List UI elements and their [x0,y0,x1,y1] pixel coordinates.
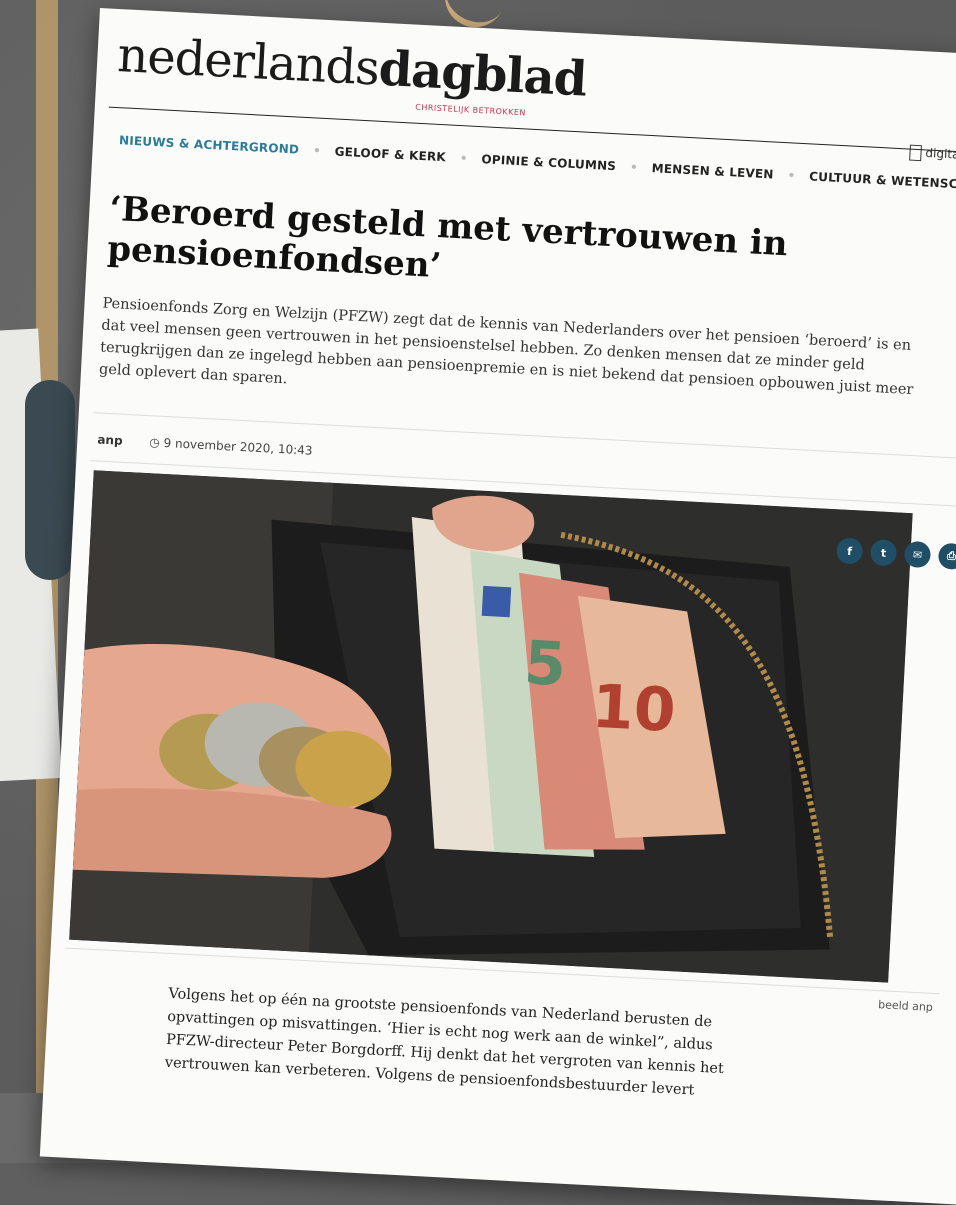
site-tagline: CHRISTELIJK BETROKKEN [415,102,527,118]
clock-icon: ◷ [148,435,164,450]
nav-separator: • [629,159,639,175]
svg-text:10: 10 [590,672,677,746]
twitter-share-button[interactable]: t [869,539,898,567]
nav-item-mensen[interactable]: MENSEN & LEVEN [651,161,774,181]
nav-separator: • [459,151,468,166]
tablet-icon [909,144,922,162]
svg-text:5: 5 [522,628,567,700]
site-logo[interactable]: nederlandsdagblad [116,27,588,107]
nav-item-geloof[interactable]: GELOOF & KERK [334,144,446,164]
nav-item-cultuur[interactable]: CULTUUR & WETENSCHAP [809,169,956,192]
email-share-button[interactable]: ✉ [903,540,932,569]
article-byline: anp [97,432,123,448]
print-button[interactable]: ⎙ [937,542,956,570]
digital-edition-link[interactable]: digitale krant [909,144,956,166]
article-headline: ‘Beroerd gesteld met vertrouwen in pensi… [106,188,789,287]
article-lead: Pensioenfonds Zorg en Welzijn (PFZW) zeg… [98,295,914,399]
twitter-icon: t [880,546,887,560]
nav-separator: • [312,143,322,158]
nav-item-nieuws[interactable]: NIEUWS & ACHTERGROND [119,133,300,156]
facebook-icon: f [846,544,853,558]
wallet-photo-illustration: 5 10 [69,470,913,983]
newspaper-page: nederlandsdagblad CHRISTELIJK BETROKKEN … [39,8,956,1205]
image-credit: beeld anp [877,998,934,1014]
email-icon: ✉ [912,547,923,562]
print-icon: ⎙ [946,549,956,563]
article-date: ◷ 9 november 2020, 10:43 [149,435,313,458]
main-nav: NIEUWS & ACHTERGROND • GELOOF & KERK • O… [119,133,956,192]
logo-bold: dagblad [377,40,588,108]
background-fabric [25,380,75,580]
masthead: nederlandsdagblad [116,27,588,107]
nav-item-opinie[interactable]: OPINIE & COLUMNS [481,152,616,173]
article-date-text: 9 november 2020, 10:43 [163,435,313,458]
logo-light: nederlands [116,27,381,97]
nav-separator: • [787,168,796,183]
facebook-share-button[interactable]: f [835,537,864,565]
article-photo: 5 10 [69,470,913,983]
article-body: Volgens het op één na grootste pensioenf… [164,985,725,1099]
